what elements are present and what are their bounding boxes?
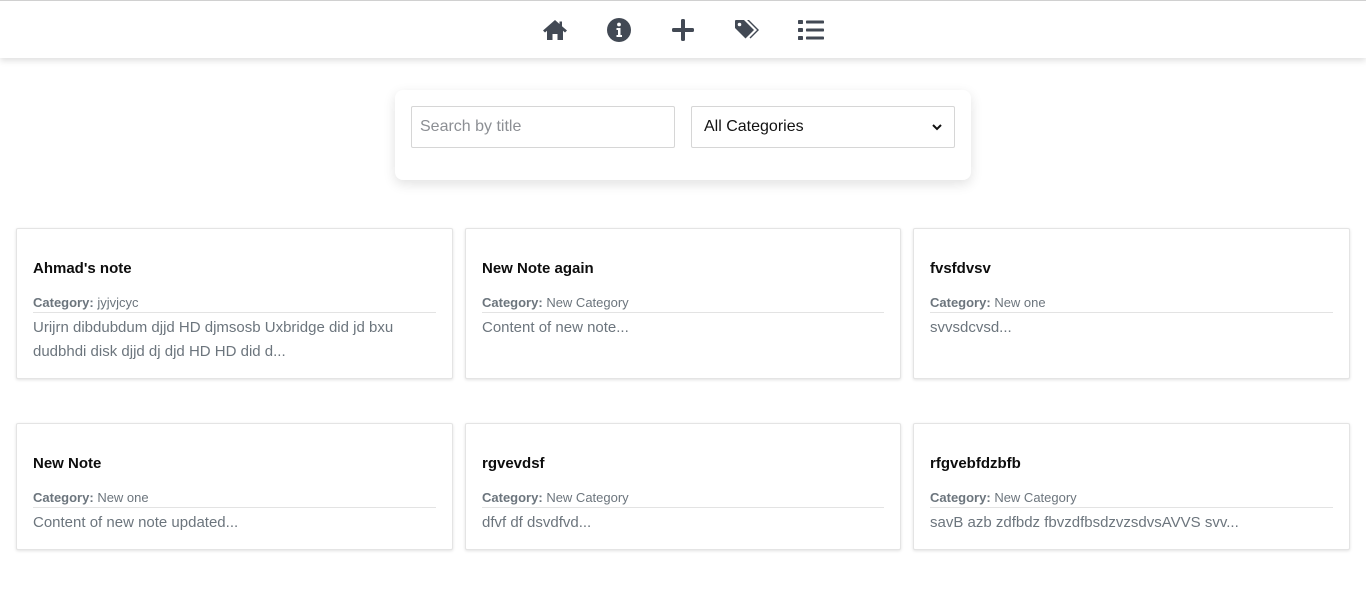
category-label: Category: xyxy=(33,295,94,310)
category-value: New one xyxy=(97,490,149,505)
note-content: Content of new note updated... xyxy=(33,514,239,531)
note-content: Content of new note... xyxy=(482,319,629,336)
home-icon xyxy=(543,19,567,40)
category-value: New one xyxy=(994,295,1046,310)
category-label: Category: xyxy=(33,490,94,505)
plus-icon xyxy=(672,18,694,41)
note-title: New Note again xyxy=(482,260,594,277)
category-value: New Category xyxy=(546,295,629,310)
note-title: rfgvebfdzbfb xyxy=(930,455,1021,472)
note-category: Category: jyjvjcyc xyxy=(33,295,436,313)
category-label: Category: xyxy=(482,295,543,310)
note-card[interactable]: Ahmad's note Category: jyjvjcyc Urijrn d… xyxy=(16,228,453,379)
note-title: New Note xyxy=(33,455,102,472)
note-card[interactable]: rfgvebfdzbfb Category: New Category savB… xyxy=(913,423,1350,550)
note-content: svvsdcvsd... xyxy=(930,319,1012,336)
note-category: Category: New Category xyxy=(482,295,884,313)
category-value: New Category xyxy=(546,490,629,505)
nav-icon-bar xyxy=(523,10,843,50)
note-title: Ahmad's note xyxy=(33,260,132,277)
category-label: Category: xyxy=(930,295,991,310)
tags-icon xyxy=(735,19,759,38)
category-select[interactable]: All Categories xyxy=(691,106,955,148)
info-icon xyxy=(607,17,631,42)
chevron-down-icon xyxy=(932,123,942,130)
note-card[interactable]: New Note Category: New one Content of ne… xyxy=(16,423,453,550)
search-input[interactable] xyxy=(411,106,675,148)
note-card[interactable]: rgvevdsf Category: New Category dfvf df … xyxy=(465,423,901,550)
note-category: Category: New one xyxy=(930,295,1333,313)
note-content: Urijrn dibdubdum djjd HD djmsosb Uxbridg… xyxy=(33,319,394,360)
note-category: Category: New Category xyxy=(930,490,1333,508)
note-title: rgvevdsf xyxy=(482,455,545,472)
note-category: Category: New Category xyxy=(482,490,884,508)
category-value: jyjvjcyc xyxy=(97,295,139,310)
category-select-value: All Categories xyxy=(704,118,804,135)
about-nav-button[interactable] xyxy=(587,10,651,50)
note-card[interactable]: New Note again Category: New Category Co… xyxy=(465,228,901,379)
note-content: savB azb zdfbdz fbvzdfbsdzvzsdvsAVVS svv… xyxy=(930,514,1239,531)
categories-nav-button[interactable] xyxy=(715,10,779,50)
top-navbar xyxy=(0,0,1366,58)
note-card[interactable]: fvsfdvsv Category: New one svvsdcvsd... xyxy=(913,228,1350,379)
category-label: Category: xyxy=(930,490,991,505)
note-title: fvsfdvsv xyxy=(930,260,991,277)
note-content: dfvf df dsvdfvd... xyxy=(482,514,592,531)
filter-panel: All Categories xyxy=(395,90,971,180)
home-nav-button[interactable] xyxy=(523,10,587,50)
note-category: Category: New one xyxy=(33,490,436,508)
category-label: Category: xyxy=(482,490,543,505)
notes-list-nav-button[interactable] xyxy=(779,10,843,50)
add-note-nav-button[interactable] xyxy=(651,10,715,50)
category-value: New Category xyxy=(994,490,1077,505)
list-icon xyxy=(798,19,824,40)
